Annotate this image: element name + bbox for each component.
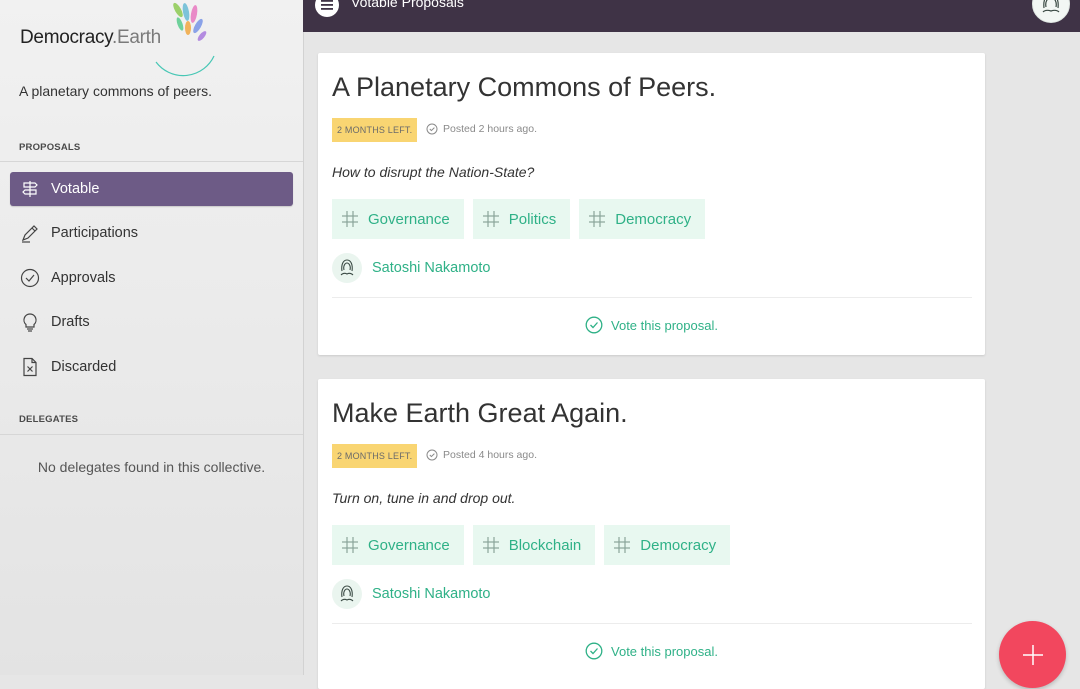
sidebar-item-drafts[interactable]: Drafts: [10, 305, 293, 339]
avatar: [332, 253, 362, 283]
divider: [332, 623, 972, 624]
proposal-card[interactable]: Make Earth Great Again. 2 MONTHS LEFT. P…: [318, 379, 985, 689]
clock-icon: [426, 449, 438, 461]
sidebar-item-label: Approvals: [51, 270, 116, 286]
top-bar: Votable Proposals: [303, 0, 1080, 32]
plus-icon: [1022, 644, 1043, 665]
page-title: Votable Proposals: [351, 0, 464, 10]
brand-name-part1: Democracy: [20, 27, 112, 48]
tag-democracy[interactable]: Democracy: [579, 199, 706, 239]
file-x-icon: [19, 356, 41, 378]
hashtag-icon: [482, 536, 500, 554]
tag-governance[interactable]: Governance: [332, 199, 464, 239]
divider: [0, 161, 303, 162]
logo-leaves-icon: [155, 2, 215, 77]
user-avatar[interactable]: [1032, 0, 1070, 23]
delegates-section-label: DELEGATES: [19, 414, 79, 425]
check-circle-icon: [585, 316, 603, 334]
tag-label: Politics: [508, 210, 557, 228]
vote-label: Vote this proposal.: [611, 643, 718, 659]
menu-icon[interactable]: [315, 0, 339, 17]
tag-list: Governance Politics Democracy: [332, 199, 714, 239]
clock-icon: [426, 123, 438, 135]
tag-label: Blockchain: [508, 536, 582, 554]
brand-logo[interactable]: Democracy.Earth: [20, 2, 220, 77]
posted-time: Posted 4 hours ago.: [426, 449, 537, 461]
posted-text: Posted 2 hours ago.: [443, 123, 537, 135]
vote-label: Vote this proposal.: [611, 317, 718, 333]
time-left-badge: 2 MONTHS LEFT.: [332, 118, 418, 142]
tagline: A planetary commons of peers.: [19, 83, 212, 99]
tag-politics[interactable]: Politics: [472, 199, 571, 239]
vote-button[interactable]: Vote this proposal.: [318, 316, 985, 334]
sidebar-item-label: Drafts: [51, 314, 90, 330]
posted-time: Posted 2 hours ago.: [426, 123, 537, 135]
lightbulb-icon: [19, 311, 41, 333]
pen-icon: [19, 222, 41, 244]
author-name: Satoshi Nakamoto: [372, 260, 491, 276]
tag-list: Governance Blockchain Democracy: [332, 525, 739, 565]
author-name: Satoshi Nakamoto: [372, 586, 491, 602]
divider: [332, 297, 972, 298]
time-left-badge: 2 MONTHS LEFT.: [332, 444, 418, 468]
sidebar: Democracy.Earth A planetary commons of p…: [0, 0, 304, 675]
proposal-description: How to disrupt the Nation-State?: [332, 164, 535, 180]
tag-label: Governance: [368, 210, 450, 228]
tag-governance[interactable]: Governance: [332, 525, 464, 565]
proposal-title[interactable]: A Planetary Commons of Peers.: [332, 72, 716, 103]
check-circle-icon: [585, 642, 603, 660]
proposal-description: Turn on, tune in and drop out.: [332, 490, 516, 506]
author[interactable]: Satoshi Nakamoto: [332, 253, 490, 283]
sidebar-item-label: Discarded: [51, 359, 117, 375]
vote-button[interactable]: Vote this proposal.: [318, 642, 985, 660]
sidebar-item-votable[interactable]: Votable: [10, 172, 293, 206]
sidebar-item-label: Participations: [51, 225, 139, 241]
sidebar-item-discarded[interactable]: Discarded: [10, 350, 293, 384]
tag-label: Democracy: [615, 210, 692, 228]
posted-text: Posted 4 hours ago.: [443, 449, 537, 461]
divider: [0, 434, 303, 435]
hashtag-icon: [341, 536, 359, 554]
avatar: [332, 579, 362, 609]
signpost-icon: [19, 178, 41, 200]
sidebar-item-approvals[interactable]: Approvals: [10, 261, 293, 295]
sidebar-item-participations[interactable]: Participations: [10, 216, 293, 250]
tag-democracy[interactable]: Democracy: [604, 525, 731, 565]
proposal-card[interactable]: A Planetary Commons of Peers. 2 MONTHS L…: [318, 53, 985, 355]
tag-blockchain[interactable]: Blockchain: [472, 525, 596, 565]
tag-label: Democracy: [640, 536, 717, 554]
new-proposal-button[interactable]: [999, 621, 1066, 688]
delegates-empty-message: No delegates found in this collective.: [37, 459, 266, 475]
hashtag-icon: [613, 536, 631, 554]
hashtag-icon: [482, 210, 500, 228]
author[interactable]: Satoshi Nakamoto: [332, 579, 490, 609]
sidebar-item-label: Votable: [51, 181, 100, 197]
hashtag-icon: [341, 210, 359, 228]
hashtag-icon: [588, 210, 606, 228]
tag-label: Governance: [368, 536, 450, 554]
proposal-title[interactable]: Make Earth Great Again.: [332, 398, 628, 429]
check-circle-icon: [19, 267, 41, 289]
proposals-section-label: PROPOSALS: [19, 142, 81, 153]
